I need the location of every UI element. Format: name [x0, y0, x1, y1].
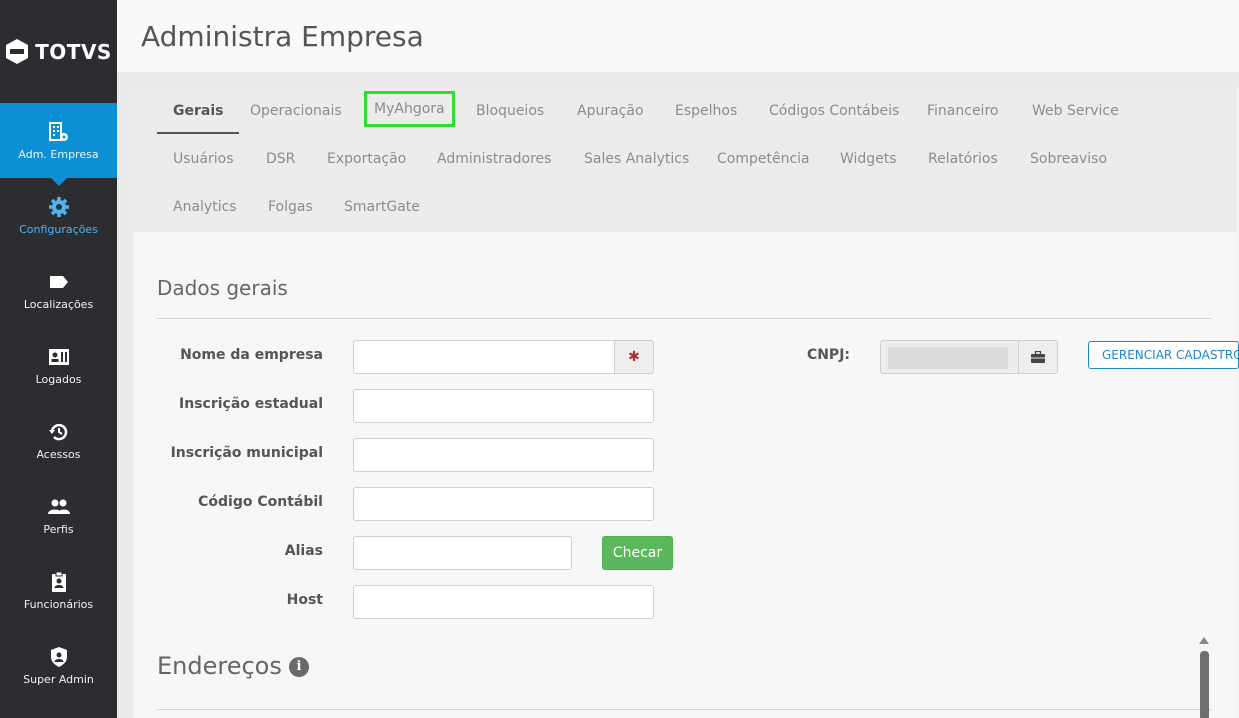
tab-sales-analytics[interactable]: Sales Analytics — [568, 144, 705, 174]
info-icon[interactable]: i — [289, 657, 309, 677]
briefcase-button[interactable] — [1018, 340, 1058, 374]
gerenciar-cadastro-label: GERENCIAR CADASTRO — [1102, 348, 1239, 362]
sidebar-item-label: Super Admin — [23, 672, 94, 686]
tab-smartgate[interactable]: SmartGate — [328, 192, 436, 222]
sidebar-item-label: Configurações — [19, 222, 98, 236]
sidebar-item-funcionarios[interactable]: Funcionários — [0, 553, 117, 628]
brand-name: TOTVS — [35, 39, 112, 64]
totvs-logo-icon — [6, 39, 29, 64]
label-codigo-contabil: Código Contábil — [198, 494, 323, 510]
tab-content: Dados gerais Nome da empresa ✱ CNPJ: GER… — [133, 232, 1239, 718]
inscricao-municipal-input[interactable] — [353, 438, 654, 472]
tab-financeiro[interactable]: Financeiro — [911, 96, 1014, 126]
cnpj-input[interactable] — [880, 340, 1019, 374]
sidebar-item-label: Logados — [35, 372, 82, 386]
sidebar-item-label: Funcionários — [23, 597, 94, 611]
alias-input[interactable] — [353, 536, 572, 570]
nome-empresa-input[interactable] — [353, 340, 615, 374]
label-inscricao-estadual: Inscrição estadual — [179, 396, 323, 412]
section-title-dados-gerais: Dados gerais — [157, 276, 288, 300]
tab-analytics[interactable]: Analytics — [157, 192, 253, 222]
label-nome-empresa: Nome da empresa — [180, 347, 323, 363]
sidebar: TOTVS Adm. Empresa Configurações Localiz… — [0, 0, 117, 718]
sidebar-item-perfis[interactable]: Perfis — [0, 478, 117, 553]
sidebar-item-logados[interactable]: Logados — [0, 328, 117, 403]
tab-bar: Gerais Operacionais MyAhgora Bloqueios A… — [133, 87, 1236, 232]
gerenciar-cadastro-button[interactable]: GERENCIAR CADASTRO — [1088, 341, 1239, 369]
tab-myahgora[interactable]: MyAhgora — [364, 91, 455, 127]
host-input[interactable] — [353, 585, 654, 619]
clipboard-user-icon — [48, 571, 70, 593]
tab-competencia[interactable]: Competência — [701, 144, 826, 174]
gear-icon — [48, 196, 70, 218]
totvs-logo[interactable]: TOTVS — [0, 0, 117, 103]
required-marker: ✱ — [614, 340, 654, 374]
tab-relatorios[interactable]: Relatórios — [912, 144, 1014, 174]
scrollbar-thumb[interactable] — [1200, 651, 1209, 718]
main-panel: Gerais Operacionais MyAhgora Bloqueios A… — [133, 87, 1239, 718]
id-card-icon — [48, 346, 70, 368]
page-title: Administra Empresa — [141, 20, 424, 53]
tab-web-service[interactable]: Web Service — [1016, 96, 1135, 126]
sidebar-item-adm-empresa[interactable]: Adm. Empresa — [0, 103, 117, 186]
tab-widgets[interactable]: Widgets — [824, 144, 913, 174]
label-alias: Alias — [284, 543, 323, 559]
codigo-contabil-input[interactable] — [353, 487, 654, 521]
sidebar-item-label: Perfis — [43, 522, 74, 536]
tag-icon — [48, 271, 70, 293]
label-cnpj: CNPJ: — [806, 347, 850, 363]
tab-folgas[interactable]: Folgas — [252, 192, 329, 222]
tab-dsr[interactable]: DSR — [250, 144, 311, 174]
cnpj-value-mask — [888, 347, 1008, 369]
tab-operacionais[interactable]: Operacionais — [234, 96, 358, 126]
divider — [157, 318, 1212, 319]
sidebar-item-super-admin[interactable]: Super Admin — [0, 628, 117, 703]
page-header: Administra Empresa — [117, 0, 1239, 72]
checar-button[interactable]: Checar — [602, 536, 673, 570]
sidebar-item-label: Adm. Empresa — [18, 147, 99, 161]
inscricao-estadual-input[interactable] — [353, 389, 654, 423]
sidebar-item-label: Localizações — [23, 297, 94, 311]
tab-codigos-contabeis[interactable]: Códigos Contábeis — [753, 96, 915, 126]
tab-espelhos[interactable]: Espelhos — [659, 96, 753, 126]
sidebar-item-label: Acessos — [36, 447, 81, 461]
tab-gerais[interactable]: Gerais — [157, 96, 240, 134]
label-inscricao-municipal: Inscrição municipal — [170, 445, 323, 461]
tab-administradores[interactable]: Administradores — [421, 144, 567, 174]
divider — [157, 709, 1212, 710]
tab-bloqueios[interactable]: Bloqueios — [460, 96, 560, 126]
section-title-enderecos: Endereços — [157, 652, 282, 680]
label-host: Host — [286, 592, 323, 608]
shield-user-icon — [48, 646, 70, 668]
tab-apuracao[interactable]: Apuração — [561, 96, 660, 126]
tab-exportacao[interactable]: Exportação — [311, 144, 422, 174]
tab-sobreaviso[interactable]: Sobreaviso — [1014, 144, 1123, 174]
scroll-up-arrow-icon[interactable] — [1199, 637, 1209, 644]
history-icon — [48, 421, 70, 443]
tab-usuarios[interactable]: Usuários — [157, 144, 250, 174]
users-icon — [47, 496, 70, 518]
briefcase-icon — [1031, 351, 1045, 363]
building-gear-icon — [48, 121, 70, 143]
sidebar-item-localizacoes[interactable]: Localizações — [0, 253, 117, 328]
sidebar-item-configuracoes[interactable]: Configurações — [0, 178, 117, 253]
sidebar-item-acessos[interactable]: Acessos — [0, 403, 117, 478]
